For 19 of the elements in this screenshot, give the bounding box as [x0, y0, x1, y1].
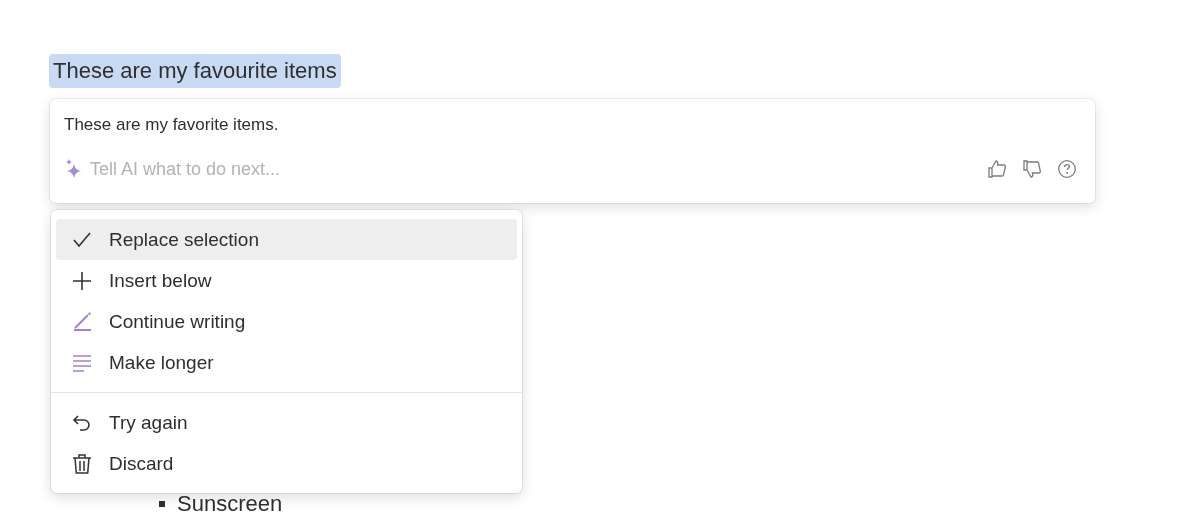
selected-text: These are my favourite items: [49, 54, 341, 88]
trash-icon: [72, 452, 92, 475]
pen-icon: [72, 311, 92, 332]
help-icon[interactable]: [1057, 159, 1077, 179]
menu-item[interactable]: Replace selection: [56, 219, 517, 260]
undo-icon: [72, 412, 92, 433]
thumbs-up-icon[interactable]: [987, 159, 1007, 179]
menu-item[interactable]: Make longer: [56, 342, 517, 383]
thumbs-down-icon[interactable]: [1022, 159, 1042, 179]
menu-item[interactable]: Discard: [56, 443, 517, 484]
plus-icon: [72, 270, 92, 291]
menu-item[interactable]: Insert below: [56, 260, 517, 301]
prompt-field[interactable]: Tell AI what to do next...: [90, 158, 981, 180]
menu-item[interactable]: Try again: [56, 402, 517, 443]
ai-result-text: These are my favorite items.: [64, 115, 280, 135]
bullet-icon: [159, 501, 165, 507]
list-item: Sunscreen: [177, 491, 283, 517]
lines-icon: [72, 352, 92, 373]
menu-item[interactable]: Continue writing: [56, 301, 517, 342]
